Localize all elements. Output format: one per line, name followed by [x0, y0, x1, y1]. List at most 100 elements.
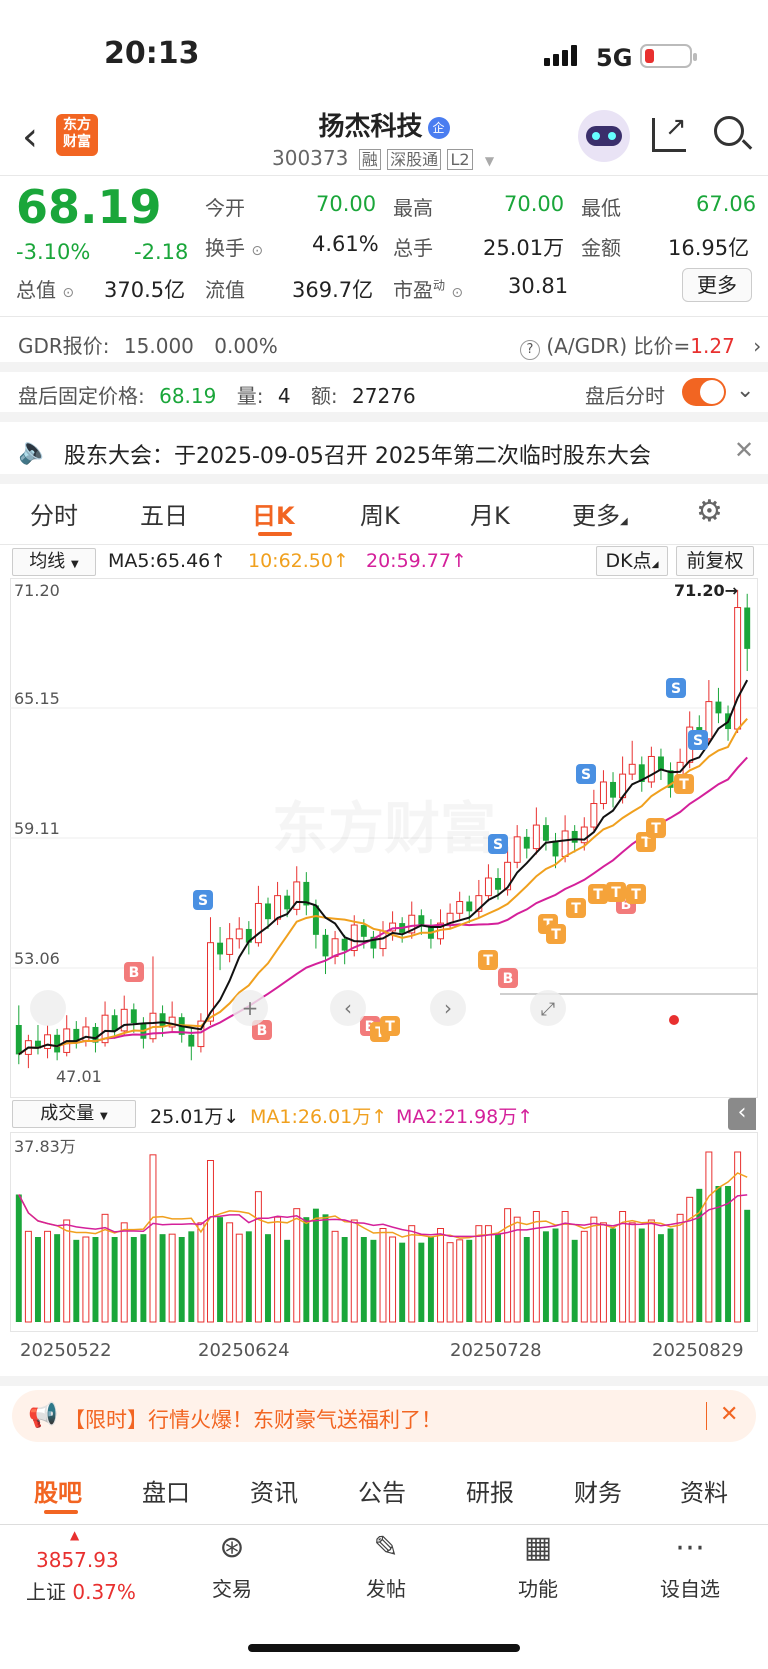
svg-text:B: B	[257, 1023, 268, 1039]
volume-bar	[513, 1216, 521, 1323]
sell-marker: S	[488, 834, 508, 854]
volume-bar	[725, 1186, 732, 1322]
volume-bar	[44, 1230, 52, 1323]
collapse-panel-button[interactable]: ‹	[728, 1098, 756, 1130]
volume-indicator-select[interactable]: 成交量 ▼	[12, 1100, 136, 1128]
tag-connect: 深股通	[387, 149, 442, 170]
watchlist-label[interactable]: 设自选	[650, 1573, 730, 1602]
high-label: 最高	[393, 196, 433, 220]
post-label[interactable]: 发帖	[346, 1573, 426, 1602]
close-icon[interactable]: ✕	[734, 436, 754, 464]
caret-down-icon[interactable]: ▼	[485, 154, 494, 168]
trade-label[interactable]: 交易	[192, 1573, 272, 1602]
gdr-row: GDR报价: 15.000 0.00%	[18, 330, 278, 359]
date-label: 20250624	[198, 1340, 290, 1361]
volume-bar	[437, 1228, 444, 1323]
candle	[274, 895, 282, 920]
candle	[15, 1025, 22, 1055]
volume-bar	[82, 1236, 90, 1323]
tab-announcements[interactable]: 公告	[358, 1473, 406, 1508]
trade-icon[interactable]: ⊛	[192, 1530, 272, 1565]
gdr-ratio[interactable]: ? (A/GDR) 比价=1.27 ›	[520, 330, 761, 360]
dk-point-button[interactable]: DK点◢	[596, 546, 668, 576]
volume-chart[interactable]: 37.83万 20250522	[10, 1132, 758, 1332]
divider	[0, 175, 768, 176]
chevron-right-icon[interactable]: ›	[753, 334, 761, 358]
tab-finance[interactable]: 财务	[574, 1473, 622, 1508]
tab-five-day[interactable]: 五日	[140, 496, 188, 531]
volume-bar	[542, 1231, 549, 1322]
volume-ma2: MA2:21.98万↑	[396, 1106, 534, 1128]
info-icon[interactable]: ⊙	[62, 285, 74, 301]
notice-text[interactable]: 股东大会：于2025-09-05召开 2025年第二次临时股东大会	[64, 438, 651, 470]
volume-bar	[399, 1242, 406, 1322]
chevron-down-icon[interactable]: ⌄	[736, 378, 754, 403]
volume-bar	[73, 1239, 80, 1322]
volume-bar	[590, 1216, 598, 1323]
tab-forum[interactable]: 股吧	[34, 1473, 82, 1508]
tab-monthly-k[interactable]: 月K	[470, 496, 510, 531]
kline-chart[interactable]: 东方财富 71.20 65.15 59.11 53.06 47.01 71.20…	[10, 578, 758, 1098]
volume-bar	[475, 1225, 483, 1323]
sell-marker: S	[666, 678, 686, 698]
robot-avatar-icon[interactable]	[578, 110, 630, 162]
post-icon[interactable]: ✎	[346, 1530, 426, 1565]
share-icon[interactable]: ↗	[652, 114, 687, 152]
indicator-select[interactable]: 均线 ▼	[12, 548, 96, 576]
watchlist-icon[interactable]: ⋯	[650, 1530, 730, 1565]
max-price-marker: 71.20→	[674, 581, 738, 600]
info-icon[interactable]: ⊙	[451, 285, 463, 301]
tab-daily-k[interactable]: 日K	[252, 496, 295, 531]
network-label: 5G	[596, 44, 633, 72]
mktcap-label: 总值 ⊙	[16, 278, 75, 302]
volume-bar	[418, 1242, 425, 1322]
index-widget[interactable]: ▲ 3857.93 上证 0.37%	[22, 1528, 152, 1608]
tab-intraday[interactable]: 分时	[30, 496, 78, 531]
amount-value: 16.95亿	[668, 236, 750, 260]
settings-icon[interactable]: ⚙	[696, 494, 723, 529]
tab-weekly-k[interactable]: 周K	[360, 496, 400, 531]
svg-text:T: T	[483, 953, 493, 969]
close-icon[interactable]: ✕	[720, 1402, 738, 1427]
stock-name: 扬杰科技	[318, 112, 423, 142]
gdr-pct: 0.00%	[214, 334, 278, 358]
volume-bar	[24, 1230, 32, 1323]
volume-bar	[484, 1225, 492, 1323]
adjust-button[interactable]: 前复权	[676, 546, 754, 576]
candle	[265, 903, 271, 920]
after-hours-qty: 4	[277, 384, 291, 408]
change-value: -2.18	[134, 240, 189, 264]
signal-icon	[544, 44, 584, 66]
svg-text:T: T	[593, 887, 603, 903]
chart-watermark: 东方财富	[272, 797, 496, 862]
volume-bar	[312, 1208, 319, 1322]
tab-order-book[interactable]: 盘口	[142, 1473, 190, 1508]
tab-research[interactable]: 研报	[466, 1473, 514, 1508]
search-icon[interactable]	[714, 116, 753, 150]
svg-text:S: S	[693, 733, 703, 749]
tag-margin: 融	[358, 149, 381, 170]
take-marker: T	[478, 950, 498, 970]
buy-marker: B	[498, 968, 518, 988]
volume-bar	[188, 1231, 195, 1322]
turnover-label: 换手 ⊙	[205, 236, 264, 260]
tab-profile[interactable]: 资料	[680, 1473, 728, 1508]
volume-bar	[408, 1225, 416, 1323]
section-gap	[0, 1376, 768, 1386]
help-icon[interactable]: ?	[520, 340, 540, 360]
info-icon[interactable]: ⊙	[251, 243, 263, 259]
stock-code-row: 300373 融 深股通 L2 ▼	[272, 146, 494, 170]
promo-banner[interactable]: 📢 【限时】行情火爆！东财豪气送福利了！ ✕	[12, 1390, 756, 1442]
volume-bar	[207, 1160, 214, 1323]
tab-news[interactable]: 资讯	[250, 1473, 298, 1508]
svg-text:T: T	[571, 901, 581, 917]
after-hours-toggle[interactable]	[682, 378, 726, 406]
svg-text:T: T	[611, 885, 621, 901]
candle	[495, 878, 501, 890]
functions-icon[interactable]: ▦	[498, 1530, 578, 1565]
tab-more[interactable]: 更多◢	[572, 496, 628, 531]
float-value: 369.7亿	[292, 278, 374, 302]
volume-bar	[686, 1196, 694, 1323]
more-button[interactable]: 更多	[682, 268, 752, 302]
functions-label[interactable]: 功能	[498, 1573, 578, 1602]
